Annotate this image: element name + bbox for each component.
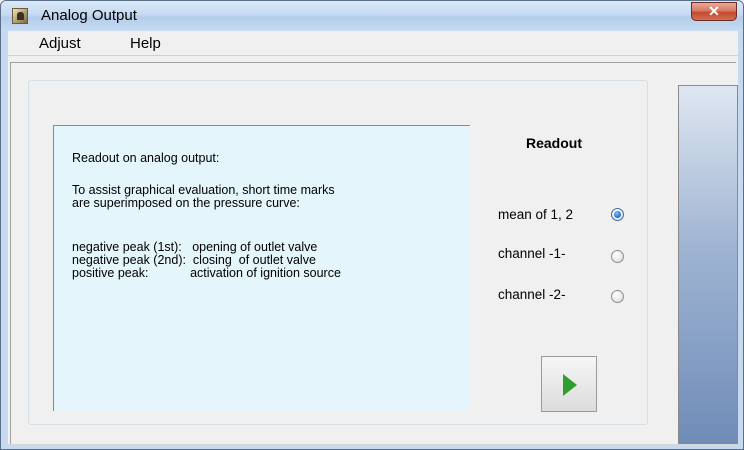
bottom-divider bbox=[8, 444, 738, 445]
radio-channel-2[interactable] bbox=[611, 290, 624, 303]
info-line-1: Readout on analog output: bbox=[72, 151, 220, 165]
radio-label-mean[interactable]: mean of 1, 2 bbox=[498, 207, 573, 222]
menu-help[interactable]: Help bbox=[130, 35, 161, 52]
info-line-6: positive peak: activation of ignition so… bbox=[72, 266, 341, 280]
window-title: Analog Output bbox=[41, 7, 137, 24]
app-icon bbox=[12, 8, 28, 24]
close-icon: ✕ bbox=[708, 3, 720, 19]
menu-bar: Adjust Help bbox=[8, 31, 738, 55]
play-icon bbox=[563, 374, 577, 396]
readout-title: Readout bbox=[526, 135, 582, 151]
radio-label-channel-1[interactable]: channel -1- bbox=[498, 246, 566, 261]
info-line-3: are superimposed on the pressure curve: bbox=[72, 196, 300, 210]
start-button[interactable] bbox=[541, 356, 597, 412]
title-bar[interactable]: Analog Output ✕ bbox=[1, 1, 743, 31]
radio-mean[interactable] bbox=[611, 208, 624, 221]
menu-adjust[interactable]: Adjust bbox=[39, 35, 81, 52]
radio-channel-1[interactable] bbox=[611, 250, 624, 263]
radio-label-channel-2[interactable]: channel -2- bbox=[498, 287, 566, 302]
close-button[interactable]: ✕ bbox=[691, 2, 737, 21]
right-side-panel bbox=[678, 85, 738, 445]
analog-output-window: Analog Output ✕ Adjust Help Readout on a… bbox=[0, 0, 744, 450]
